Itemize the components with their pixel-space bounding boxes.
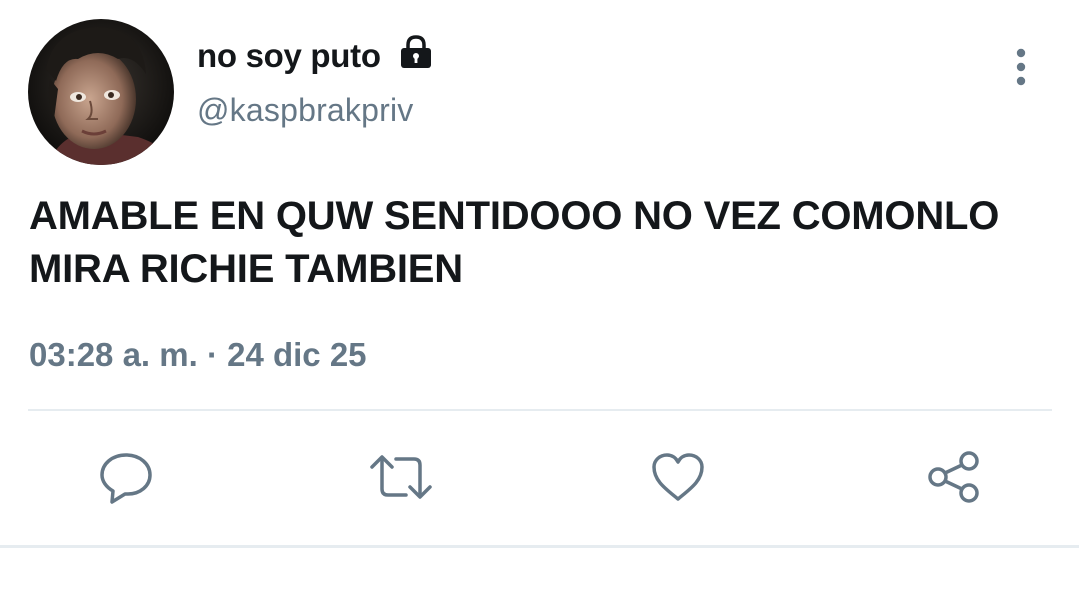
divider	[0, 545, 1079, 548]
share-icon	[926, 449, 982, 510]
tweet-text: AMABLE EN QUW SENTIDOOO NO VEZ COMONLO M…	[29, 194, 1000, 291]
avatar[interactable]	[28, 19, 174, 165]
more-options-icon[interactable]	[1007, 46, 1035, 88]
reply-button[interactable]	[90, 443, 162, 515]
timestamp-separator: ·	[197, 336, 228, 373]
share-button[interactable]	[918, 443, 990, 515]
divider	[28, 409, 1052, 411]
action-bar	[0, 440, 1079, 520]
user-handle[interactable]: @kaspbrakpriv	[197, 92, 414, 129]
like-icon	[650, 451, 706, 508]
author-row: no soy puto	[197, 34, 434, 78]
timestamp: 03:28 a. m. · 24 dic 25	[29, 336, 367, 374]
tweet-card: no soy puto @kaspbrakpriv AMABLE EN QUW …	[0, 0, 1079, 589]
reply-icon	[98, 449, 154, 510]
tweet-time: 03:28 a. m.	[29, 336, 198, 373]
tweet-date: 24 dic 25	[227, 336, 367, 373]
retweet-icon	[368, 449, 434, 510]
display-name[interactable]: no soy puto	[197, 37, 381, 75]
retweet-button[interactable]	[365, 443, 437, 515]
lock-icon	[398, 34, 434, 70]
like-button[interactable]	[642, 443, 714, 515]
